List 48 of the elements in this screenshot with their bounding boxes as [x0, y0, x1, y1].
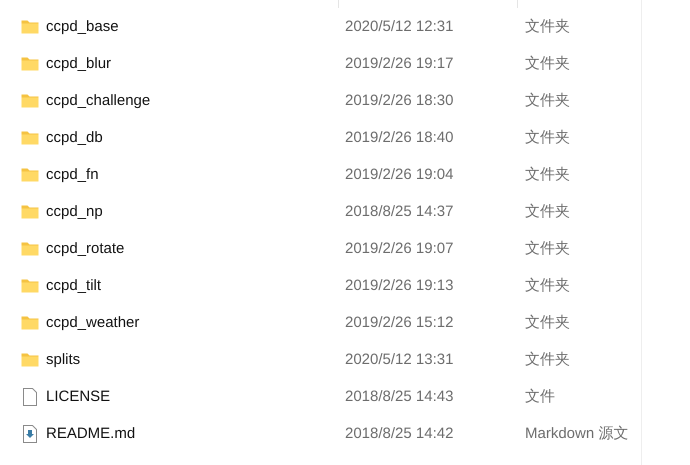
folder-icon — [21, 204, 39, 219]
document-icon — [21, 388, 39, 406]
folder-icon — [21, 167, 39, 182]
file-type: 文件夹 — [525, 129, 570, 146]
modified-date: 2019/2/26 18:30 — [345, 92, 454, 109]
file-type: 文件 — [525, 388, 555, 405]
modified-date: 2020/5/12 12:31 — [345, 18, 454, 35]
file-type: 文件夹 — [525, 203, 570, 220]
folder-icon — [21, 19, 39, 34]
modified-date: 2020/5/12 13:31 — [345, 351, 454, 368]
file-name[interactable]: ccpd_challenge — [46, 92, 150, 109]
file-name[interactable]: ccpd_weather — [46, 314, 140, 331]
folder-icon — [21, 315, 39, 330]
file-type: 文件夹 — [525, 240, 570, 257]
folder-icon — [21, 130, 39, 145]
file-name[interactable]: ccpd_fn — [46, 166, 99, 183]
file-type: 文件夹 — [525, 314, 570, 331]
modified-date: 2019/2/26 15:12 — [345, 314, 454, 331]
file-name[interactable]: ccpd_rotate — [46, 240, 124, 257]
file-name[interactable]: ccpd_blur — [46, 55, 112, 72]
file-type: 文件夹 — [525, 351, 570, 368]
file-type: Markdown 源文 — [525, 425, 628, 442]
file-name[interactable]: splits — [46, 351, 80, 368]
modified-date: 2019/2/26 19:17 — [345, 55, 454, 72]
folder-icon — [21, 278, 39, 293]
file-type: 文件夹 — [525, 92, 570, 109]
file-type: 文件夹 — [525, 18, 570, 35]
file-name[interactable]: README.md — [46, 425, 136, 442]
file-name[interactable]: ccpd_base — [46, 18, 119, 35]
modified-date: 2018/8/25 14:42 — [345, 425, 454, 442]
modified-date: 2019/2/26 18:40 — [345, 129, 454, 146]
folder-icon — [21, 241, 39, 256]
folder-icon — [21, 352, 39, 367]
file-type: 文件夹 — [525, 166, 570, 183]
download-file-icon — [21, 424, 39, 442]
modified-date: 2018/8/25 14:43 — [345, 388, 454, 405]
folder-icon — [21, 93, 39, 108]
modified-date: 2018/8/25 14:37 — [345, 203, 454, 220]
file-type: 文件夹 — [525, 277, 570, 294]
file-name[interactable]: ccpd_db — [46, 129, 103, 146]
file-name[interactable]: ccpd_tilt — [46, 277, 102, 294]
modified-date: 2019/2/26 19:13 — [345, 277, 454, 294]
folder-icon — [21, 56, 39, 71]
file-type: 文件夹 — [525, 55, 570, 72]
file-name[interactable]: LICENSE — [46, 388, 110, 405]
file-name[interactable]: ccpd_np — [46, 203, 103, 220]
modified-date: 2019/2/26 19:07 — [345, 240, 454, 257]
modified-date: 2019/2/26 19:04 — [345, 166, 454, 183]
